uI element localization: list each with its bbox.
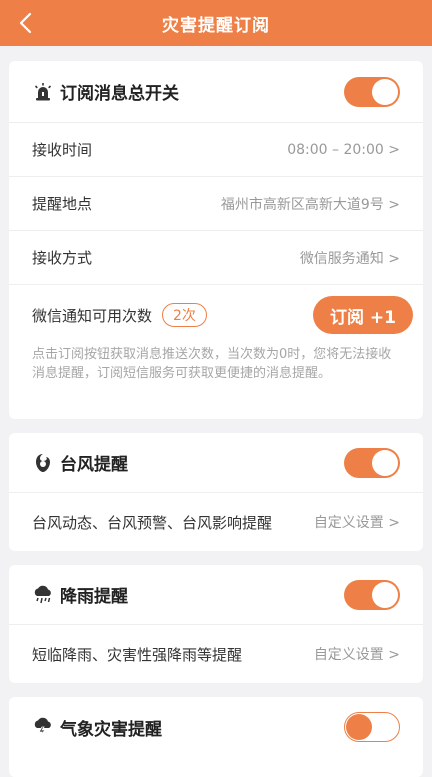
receive-method-label: 接收方式 — [32, 249, 93, 267]
master-switch-label: 订阅消息总开关 — [60, 84, 179, 104]
receive-time-row[interactable]: 接收时间 08:00 – 20:00 > — [9, 123, 423, 177]
master-card: 订阅消息总开关 接收时间 08:00 – 20:00 > 提醒地点 福州市高新区… — [9, 61, 423, 419]
typhoon-setting-row[interactable]: 台风动态、台风预警、台风影响提醒 自定义设置 > — [9, 493, 423, 551]
rain-desc: 短临降雨、灾害性强降雨等提醒 — [32, 645, 243, 664]
subscribe-hint: 点击订阅按钮获取消息推送次数，当次数为0时，您将无法接收消息提醒，订阅短信服务可… — [32, 347, 392, 381]
storm-cloud-icon — [32, 716, 54, 738]
typhoon-desc: 台风动态、台风预警、台风影响提醒 — [32, 513, 273, 532]
rain-setting-link[interactable]: 自定义设置 > — [314, 644, 400, 664]
weather-toggle[interactable] — [344, 712, 400, 742]
master-switch-row: 订阅消息总开关 — [9, 61, 423, 123]
rain-cloud-icon — [32, 584, 54, 606]
location-label: 提醒地点 — [32, 195, 93, 213]
typhoon-switch-row: 台风提醒 — [9, 433, 423, 493]
receive-method-row[interactable]: 接收方式 微信服务通知 > — [9, 231, 423, 285]
notify-count-badge: 2次 — [162, 303, 207, 327]
subscribe-button[interactable]: 订阅 +1 — [313, 296, 413, 334]
rain-toggle-knob — [372, 581, 398, 608]
typhoon-toggle-knob — [372, 449, 398, 476]
master-toggle-knob — [372, 78, 398, 105]
notify-count-label: 微信通知可用次数 — [32, 306, 153, 325]
typhoon-icon — [32, 452, 54, 474]
rain-setting-row[interactable]: 短临降雨、灾害性强降雨等提醒 自定义设置 > — [9, 625, 423, 683]
weather-toggle-knob — [346, 714, 372, 740]
typhoon-title: 台风提醒 — [60, 455, 128, 475]
master-toggle[interactable] — [344, 76, 400, 107]
rain-toggle[interactable] — [344, 579, 400, 610]
receive-time-value: 08:00 – 20:00 > — [287, 141, 400, 158]
notify-count-row: 微信通知可用次数 2次 订阅 +1 — [9, 285, 423, 345]
receive-method-value: 微信服务通知 > — [299, 250, 400, 267]
location-value: 福州市高新区高新大道9号 > — [220, 196, 400, 213]
rain-card: 降雨提醒 短临降雨、灾害性强降雨等提醒 自定义设置 > — [9, 565, 423, 683]
page-title: 灾害提醒订阅 — [162, 15, 270, 36]
rain-switch-row: 降雨提醒 — [9, 565, 423, 625]
weather-card: 气象灾害提醒 — [9, 697, 423, 777]
alarm-light-icon — [32, 81, 54, 103]
typhoon-toggle[interactable] — [344, 447, 400, 478]
weather-title: 气象灾害提醒 — [60, 719, 162, 740]
top-bar: 灾害提醒订阅 — [0, 0, 432, 46]
location-row[interactable]: 提醒地点 福州市高新区高新大道9号 > — [9, 177, 423, 231]
typhoon-card: 台风提醒 台风动态、台风预警、台风影响提醒 自定义设置 > — [9, 433, 423, 551]
rain-title: 降雨提醒 — [60, 587, 128, 607]
typhoon-setting-link[interactable]: 自定义设置 > — [314, 512, 400, 532]
receive-time-label: 接收时间 — [32, 141, 93, 159]
weather-switch-row: 气象灾害提醒 — [9, 697, 423, 757]
back-icon[interactable] — [12, 10, 38, 36]
